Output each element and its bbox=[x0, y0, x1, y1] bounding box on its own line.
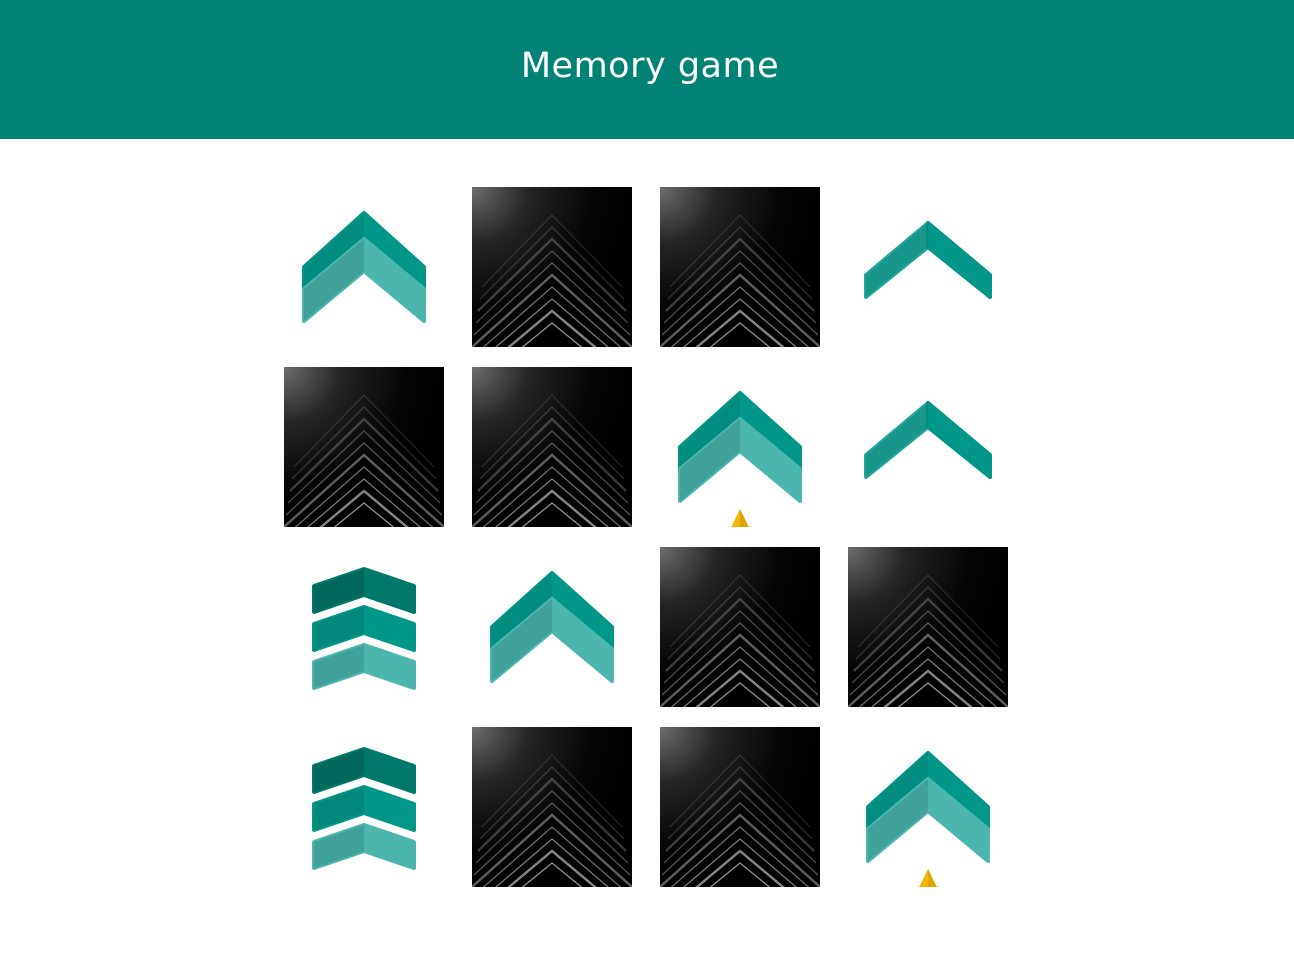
card-back-pattern-icon bbox=[660, 187, 820, 347]
card-back-pattern-icon bbox=[660, 547, 820, 707]
chevron-up-icon bbox=[848, 187, 1008, 347]
memory-card-face-up[interactable] bbox=[284, 187, 444, 347]
double-chevron-up-icon bbox=[472, 547, 632, 707]
memory-card-face-up[interactable] bbox=[848, 367, 1008, 527]
memory-card-face-up[interactable] bbox=[848, 187, 1008, 347]
triple-chevron-icon bbox=[284, 547, 444, 707]
page-title: Memory game bbox=[520, 46, 780, 86]
game-board bbox=[284, 187, 1008, 887]
card-back-pattern-icon bbox=[848, 547, 1008, 707]
memory-card-face-down[interactable] bbox=[660, 547, 820, 707]
double-chevron-up-icon bbox=[284, 187, 444, 347]
memory-card-face-down[interactable] bbox=[660, 727, 820, 887]
card-back-pattern-icon bbox=[472, 727, 632, 887]
card-back-pattern-icon bbox=[284, 367, 444, 527]
double-chevron-star-icon bbox=[848, 727, 1008, 887]
double-chevron-star-icon bbox=[660, 367, 820, 527]
memory-card-face-up[interactable] bbox=[660, 367, 820, 527]
memory-card-face-up[interactable] bbox=[472, 547, 632, 707]
card-back-pattern-icon bbox=[472, 367, 632, 527]
memory-card-face-down[interactable] bbox=[472, 367, 632, 527]
memory-card-face-down[interactable] bbox=[472, 727, 632, 887]
memory-card-face-down[interactable] bbox=[284, 367, 444, 527]
chevron-up-icon bbox=[848, 367, 1008, 527]
memory-card-face-up[interactable] bbox=[284, 727, 444, 887]
triple-chevron-icon bbox=[284, 727, 444, 887]
memory-card-face-up[interactable] bbox=[848, 727, 1008, 887]
memory-card-face-up[interactable] bbox=[284, 547, 444, 707]
memory-card-face-down[interactable] bbox=[660, 187, 820, 347]
memory-card-face-down[interactable] bbox=[472, 187, 632, 347]
card-back-pattern-icon bbox=[660, 727, 820, 887]
card-back-pattern-icon bbox=[472, 187, 632, 347]
app-header: Memory game bbox=[0, 0, 1294, 139]
memory-card-face-down[interactable] bbox=[848, 547, 1008, 707]
